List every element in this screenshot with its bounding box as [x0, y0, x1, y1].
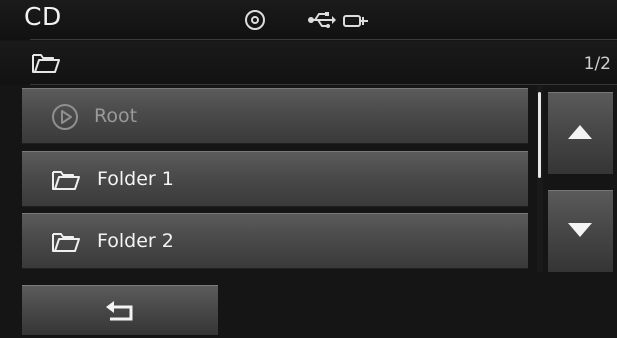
aux-icon — [343, 13, 369, 32]
scroll-down-button[interactable] — [548, 190, 613, 272]
path-divider — [30, 84, 617, 85]
page-indicator: 1/2 — [583, 54, 611, 74]
list-item-folder-1[interactable]: Folder 1 — [22, 151, 528, 207]
up-arrow-icon — [568, 125, 592, 139]
folder-icon — [31, 51, 61, 79]
down-arrow-icon — [568, 223, 592, 237]
usb-icon — [307, 11, 337, 33]
list-item-label: Folder 2 — [97, 230, 174, 252]
scrollbar-thumb[interactable] — [538, 92, 541, 178]
header-divider — [30, 39, 617, 40]
back-button[interactable] — [22, 285, 218, 335]
list-item-label: Folder 1 — [97, 168, 174, 190]
disc-icon — [244, 9, 266, 35]
back-arrow-icon — [106, 301, 133, 321]
folder-icon — [51, 230, 81, 258]
scroll-up-button[interactable] — [548, 92, 613, 174]
folder-icon — [51, 168, 81, 196]
path-bar: 1/2 — [0, 41, 617, 85]
top-bar: CD — [0, 0, 617, 40]
list-item-folder-2[interactable]: Folder 2 — [22, 213, 528, 269]
play-icon — [51, 103, 79, 135]
cd-screen: CD 1/2 Root Folder 1 Folder 2 — [0, 0, 617, 338]
list-item-label: Root — [94, 105, 138, 127]
list-item-root[interactable]: Root — [22, 88, 528, 144]
page-title: CD — [24, 2, 62, 31]
